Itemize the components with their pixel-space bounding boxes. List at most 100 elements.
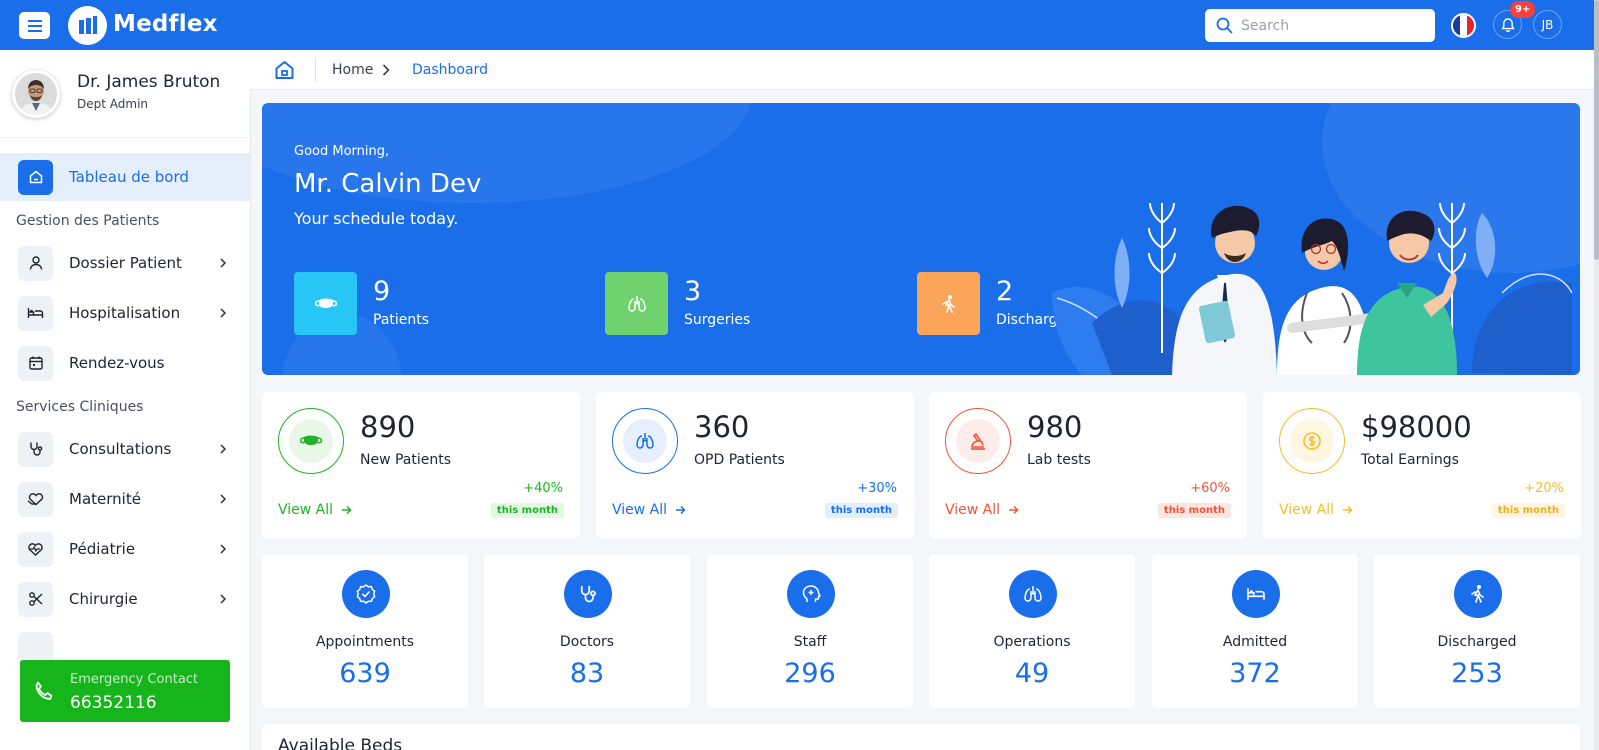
sidebar-item-pediatrie[interactable]: Pédiatrie — [0, 525, 250, 573]
stat-card-opd-patients: 360 OPD Patients View All +30% this mont… — [596, 392, 914, 538]
search-icon — [1216, 17, 1233, 34]
summary-card-operations[interactable]: Operations 49 — [929, 554, 1135, 708]
view-all-label: View All — [945, 502, 1001, 518]
search-input[interactable] — [1241, 17, 1431, 34]
language-flag-icon[interactable] — [1451, 13, 1476, 38]
summary-value: 83 — [569, 658, 605, 689]
bell-icon — [1500, 17, 1515, 32]
view-all-link[interactable]: View All — [1279, 502, 1353, 518]
view-all-label: View All — [278, 502, 334, 518]
breadcrumb-current: Dashboard — [412, 62, 488, 78]
stethoscope-icon — [564, 570, 612, 618]
summary-value: 639 — [339, 658, 391, 689]
summary-value: 372 — [1229, 658, 1281, 689]
section-title: Available Beds — [278, 736, 403, 750]
summary-value: 296 — [784, 658, 836, 689]
sidebar-item-label: Hospitalisation — [69, 304, 181, 322]
sidebar-item-maternite[interactable]: Maternité — [0, 475, 250, 523]
view-all-label: View All — [1279, 502, 1335, 518]
search-box[interactable] — [1205, 9, 1435, 42]
page-scrollbar[interactable] — [1594, 0, 1599, 750]
period-badge: this month — [1491, 503, 1565, 518]
chevron-right-icon — [382, 64, 390, 76]
stat-value: 360 — [694, 410, 750, 444]
mask-icon — [294, 272, 357, 335]
sidebar-item-label: Consultations — [69, 440, 172, 458]
summary-label: Discharged — [1437, 634, 1517, 650]
summary-label: Operations — [993, 634, 1071, 650]
microscope-icon — [945, 408, 1011, 474]
lungs-icon — [1009, 570, 1057, 618]
sidebar-item-hospitalisation[interactable]: Hospitalisation — [0, 289, 250, 337]
change-percent: +30% — [857, 481, 897, 496]
sidebar-item-dossier-patient[interactable]: Dossier Patient — [0, 239, 250, 287]
summary-card-doctors[interactable]: Doctors 83 — [484, 554, 690, 708]
logo-icon[interactable] — [68, 6, 107, 45]
home-icon[interactable] — [274, 60, 295, 80]
summary-value: 49 — [1014, 658, 1050, 689]
sidebar-item-rendez-vous[interactable]: Rendez-vous — [0, 339, 250, 387]
medical-team-illustration — [1052, 202, 1572, 375]
breadcrumb-home-link[interactable]: Home — [332, 62, 373, 78]
stat-card-total-earnings: $98000 Total Earnings View All +20% this… — [1263, 392, 1581, 538]
profile-name[interactable]: Dr. James Bruton — [77, 72, 220, 92]
view-all-link[interactable]: View All — [945, 502, 1019, 518]
arrow-right-icon — [1009, 505, 1019, 515]
change-percent: +40% — [523, 481, 563, 496]
sidebar-item-label: Maternité — [69, 490, 141, 508]
hero-stat-value: 9 — [373, 276, 391, 307]
bed-icon — [18, 295, 53, 331]
summary-label: Appointments — [315, 634, 415, 650]
sidebar-item-tableau-de-bord[interactable]: Tableau de bord — [0, 153, 250, 201]
stat-value: 890 — [360, 410, 416, 444]
scissors-icon — [18, 581, 53, 617]
summary-value: 253 — [1451, 658, 1503, 689]
summary-label: Staff — [793, 634, 827, 650]
home-icon — [18, 159, 53, 195]
view-all-link[interactable]: View All — [278, 502, 352, 518]
brand-name[interactable]: Medflex — [113, 11, 218, 37]
summary-card-staff[interactable]: Staff 296 — [707, 554, 913, 708]
sidebar-item-consultations[interactable]: Consultations — [0, 425, 250, 473]
stat-value: $98000 — [1361, 410, 1472, 444]
head-medical-icon — [787, 570, 835, 618]
welcome-banner: Good Morning, Mr. Calvin Dev Your schedu… — [262, 103, 1580, 375]
menu-toggle-button[interactable] — [19, 12, 50, 39]
hero-stat-value: 3 — [684, 276, 702, 307]
stat-label: OPD Patients — [694, 452, 785, 468]
summary-card-admitted[interactable]: Admitted 372 — [1152, 554, 1358, 708]
sidebar-item-chirurgie[interactable]: Chirurgie — [0, 575, 250, 623]
user-avatar-button[interactable]: JB — [1533, 10, 1562, 39]
user-icon — [18, 245, 53, 281]
sidebar-item-label: Dossier Patient — [69, 254, 182, 272]
walking-icon — [917, 272, 980, 335]
summary-card-discharged[interactable]: Discharged 253 — [1374, 554, 1580, 708]
lungs-icon — [612, 408, 678, 474]
view-all-label: View All — [612, 502, 668, 518]
avatar[interactable] — [12, 70, 60, 118]
top-bar: Medflex 9+ JB — [0, 0, 1594, 50]
hero-stat-value: 2 — [996, 276, 1014, 307]
hands-heart-icon — [18, 481, 53, 517]
period-badge: this month — [1157, 503, 1231, 518]
sidebar-section-title: Gestion des Patients — [16, 213, 160, 229]
period-badge: this month — [824, 503, 898, 518]
summary-label: Admitted — [1222, 634, 1288, 650]
sidebar: Dr. James Bruton Dept Admin Tableau de b… — [0, 50, 250, 750]
sidebar-item-label: Chirurgie — [69, 590, 138, 608]
sidebar-item-label: Tableau de bord — [69, 168, 189, 186]
hamburger-icon — [27, 19, 42, 32]
user-greeting-name: Mr. Calvin Dev — [294, 169, 482, 199]
chevron-right-icon — [220, 594, 227, 604]
phone-icon — [35, 681, 53, 700]
emergency-contact-button[interactable]: Emergency Contact 66352116 — [20, 660, 230, 722]
schedule-subtitle: Your schedule today. — [294, 209, 459, 228]
view-all-link[interactable]: View All — [612, 502, 686, 518]
stat-label: Lab tests — [1027, 452, 1091, 468]
hero-stat-label: Patients — [373, 312, 430, 328]
bed-icon — [1232, 570, 1280, 618]
period-badge: this month — [490, 503, 564, 518]
scrollbar-thumb[interactable] — [1594, 0, 1599, 260]
stat-value: 980 — [1027, 410, 1083, 444]
summary-card-appointments[interactable]: Appointments 639 — [262, 554, 468, 708]
